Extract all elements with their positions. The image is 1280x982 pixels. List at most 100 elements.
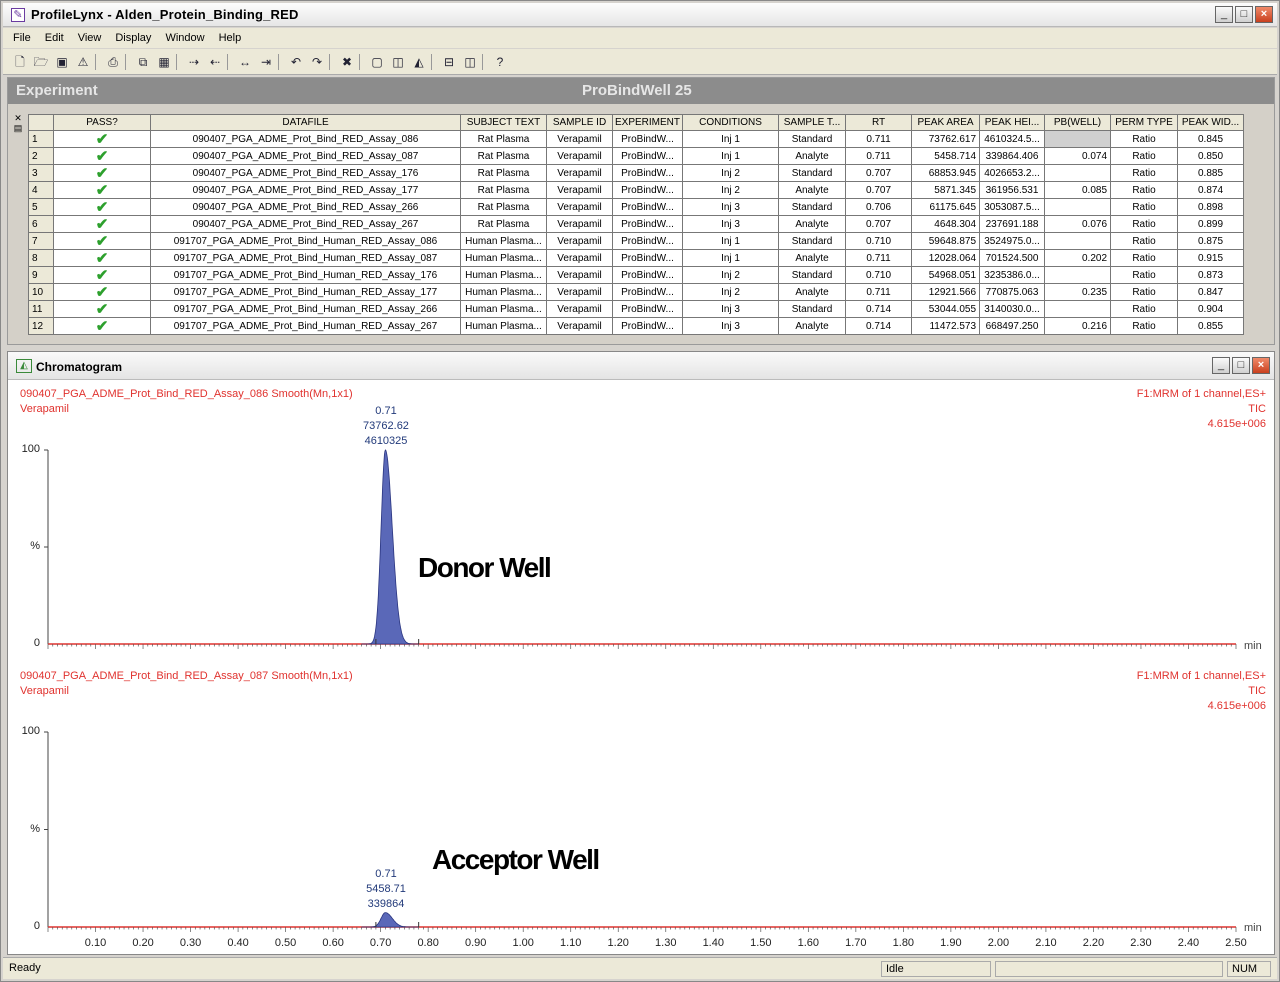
process-icon[interactable]: ⚠ xyxy=(74,53,92,71)
row-number[interactable]: 1 xyxy=(28,130,54,148)
window-icon[interactable]: ▢ xyxy=(368,53,386,71)
cell-cond: Inj 2 xyxy=(682,181,780,199)
maximize-button[interactable]: □ xyxy=(1235,6,1253,23)
column-header[interactable]: SAMPLE T... xyxy=(778,114,847,131)
row-number[interactable]: 4 xyxy=(28,181,54,199)
cell-type: Analyte xyxy=(778,317,847,335)
row-number[interactable]: 3 xyxy=(28,164,54,182)
cell-area: 61175.645 xyxy=(911,198,981,216)
table-row[interactable]: 6 ✔ 090407_PGA_ADME_Prot_Bind_RED_Assay_26… xyxy=(28,215,1245,233)
experiment-name: ProBindWell 25 xyxy=(582,82,692,99)
row-number[interactable]: 2 xyxy=(28,147,54,165)
row-number[interactable]: 8 xyxy=(28,249,54,267)
close-button[interactable]: × xyxy=(1255,6,1273,23)
menu-file[interactable]: File xyxy=(13,32,31,44)
print-icon[interactable]: ⎙ xyxy=(104,53,122,71)
table-row[interactable]: 11 ✔ 091707_PGA_ADME_Prot_Bind_Human_RED_A… xyxy=(28,300,1245,318)
tile-horizontal-icon[interactable]: ⊟ xyxy=(440,53,458,71)
row-number[interactable]: 5 xyxy=(28,198,54,216)
cell-exp: ProBindW... xyxy=(611,300,684,318)
x-tick-label: 1.80 xyxy=(893,937,914,949)
spectrum-icon[interactable]: ◫ xyxy=(389,53,407,71)
row-number[interactable]: 6 xyxy=(28,215,54,233)
cell-subject: Human Plasma... xyxy=(460,232,547,250)
column-header[interactable]: CONDITIONS xyxy=(682,114,780,131)
column-header[interactable]: RT xyxy=(845,114,913,131)
save-icon[interactable]: ▣ xyxy=(53,53,71,71)
column-header[interactable]: PEAK WID... xyxy=(1177,114,1245,131)
cell-exp: ProBindW... xyxy=(611,266,684,284)
table-row[interactable]: 3 ✔ 090407_PGA_ADME_Prot_Bind_RED_Assay_17… xyxy=(28,164,1245,182)
menu-window[interactable]: Window xyxy=(165,32,204,44)
menu-help[interactable]: Help xyxy=(219,32,242,44)
row-number[interactable]: 9 xyxy=(28,266,54,284)
menu-bar: File Edit View Display Window Help xyxy=(3,28,1277,48)
column-header[interactable]: PEAK AREA xyxy=(911,114,981,131)
column-header[interactable]: PERM TYPE xyxy=(1110,114,1179,131)
cell-exp: ProBindW... xyxy=(611,283,684,301)
cell-perm: Ratio xyxy=(1110,147,1179,165)
row-number[interactable]: 11 xyxy=(28,300,54,318)
chromatogram-plot[interactable]: 0.10 0.20 0.30 0.40 0.50 0.60 0.70 0.80 0.90 1.00… xyxy=(8,380,1274,954)
table-row[interactable]: 12 ✔ 091707_PGA_ADME_Prot_Bind_Human_RED_A… xyxy=(28,317,1245,335)
table-row[interactable]: 4 ✔ 090407_PGA_ADME_Prot_Bind_RED_Assay_17… xyxy=(28,181,1245,199)
cell-area: 12921.566 xyxy=(911,283,981,301)
cell-file: 090407_PGA_ADME_Prot_Bind_RED_Assay_176 xyxy=(150,164,461,182)
cell-sample: Verapamil xyxy=(546,232,613,250)
column-header[interactable]: PB(WELL) xyxy=(1044,114,1112,131)
table-icon[interactable]: ▦ xyxy=(155,53,173,71)
cell-type: Analyte xyxy=(778,215,847,233)
chromatogram-minimize-button[interactable]: _ xyxy=(1212,357,1230,374)
chromatogram-maximize-button[interactable]: □ xyxy=(1232,357,1250,374)
chromatogram-icon[interactable]: ◭ xyxy=(410,53,428,71)
column-header[interactable]: DATAFILE xyxy=(150,114,461,131)
x-tick-label: 0.10 xyxy=(85,937,106,949)
cell-sample: Verapamil xyxy=(546,130,613,148)
move-left-icon[interactable]: ⇠ xyxy=(206,53,224,71)
check-icon: ✔ xyxy=(95,317,109,335)
chromatogram-close-button[interactable]: × xyxy=(1252,357,1270,374)
menu-edit[interactable]: Edit xyxy=(45,32,64,44)
toolbar-separator xyxy=(125,53,131,70)
open-folder-icon[interactable]: 🗁 xyxy=(32,53,50,71)
cell-perm: Ratio xyxy=(1110,215,1179,233)
peak-left-icon[interactable]: ↶ xyxy=(287,53,305,71)
table-row[interactable]: 1 ✔ 090407_PGA_ADME_Prot_Bind_RED_Assay_08… xyxy=(28,130,1245,148)
table-row[interactable]: 8 ✔ 091707_PGA_ADME_Prot_Bind_Human_RED_As… xyxy=(28,249,1245,267)
copy-icon[interactable]: ⧉ xyxy=(134,53,152,71)
column-header[interactable]: SAMPLE ID xyxy=(546,114,613,131)
menu-view[interactable]: View xyxy=(78,32,102,44)
zoom-out-icon[interactable]: ↔ xyxy=(236,53,254,71)
menu-display[interactable]: Display xyxy=(115,32,151,44)
column-header[interactable]: PASS? xyxy=(53,114,151,131)
pass-cell: ✔ xyxy=(53,249,151,267)
row-number[interactable]: 7 xyxy=(28,232,54,250)
row-number[interactable]: 12 xyxy=(28,317,54,335)
new-file-icon[interactable]: 🗋 xyxy=(11,53,29,71)
help-icon[interactable]: ? xyxy=(491,53,509,71)
table-row[interactable]: 10 ✔ 091707_PGA_ADME_Prot_Bind_Human_RED_A… xyxy=(28,283,1245,301)
status-idle: Idle xyxy=(881,961,991,977)
cell-rt: 0.714 xyxy=(845,300,913,318)
column-header[interactable]: PEAK HEI... xyxy=(979,114,1046,131)
x-tick-label: 1.10 xyxy=(560,937,581,949)
table-row[interactable]: 7 ✔ 091707_PGA_ADME_Prot_Bind_Human_RED_As… xyxy=(28,232,1245,250)
move-right-icon[interactable]: ⇢ xyxy=(185,53,203,71)
table-row[interactable]: 2 ✔ 090407_PGA_ADME_Prot_Bind_RED_Assay_08… xyxy=(28,147,1245,165)
column-header[interactable]: SUBJECT TEXT xyxy=(460,114,547,131)
table-row[interactable]: 5 ✔ 090407_PGA_ADME_Prot_Bind_RED_Assay_26… xyxy=(28,198,1245,216)
zoom-in-icon[interactable]: ⇥ xyxy=(257,53,275,71)
table-row[interactable]: 9 ✔ 091707_PGA_ADME_Prot_Bind_Human_RED_As… xyxy=(28,266,1245,284)
tile-vertical-icon[interactable]: ◫ xyxy=(461,53,479,71)
cell-pb: 0.235 xyxy=(1044,283,1112,301)
x-tick-label: 1.90 xyxy=(940,937,961,949)
cross-icon[interactable]: ✖ xyxy=(338,53,356,71)
column-header[interactable]: EXPERIMENT xyxy=(611,114,684,131)
grid-corner-buttons[interactable]: ✕ ▤ xyxy=(12,113,24,135)
row-number[interactable]: 10 xyxy=(28,283,54,301)
minimize-button[interactable]: _ xyxy=(1215,6,1233,23)
cell-rt: 0.707 xyxy=(845,215,913,233)
peak-right-icon[interactable]: ↷ xyxy=(308,53,326,71)
chromatogram-title: Chromatogram xyxy=(36,360,123,374)
cell-height: 3053087.5... xyxy=(979,198,1046,216)
